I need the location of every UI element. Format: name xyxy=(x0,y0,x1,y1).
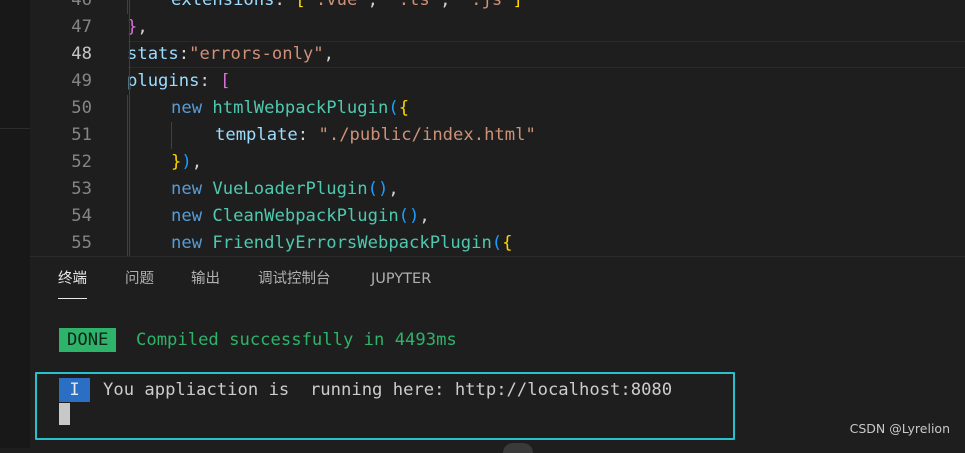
info-badge: I xyxy=(59,378,90,402)
running-url-text: You appliaction is running here: http://… xyxy=(103,380,673,400)
code-text: stats:"errors-only", xyxy=(127,41,334,68)
indent-guide xyxy=(127,95,128,122)
code-token: template xyxy=(215,125,298,145)
code-line[interactable]: 47}, xyxy=(30,14,965,41)
tab-debug-console[interactable]: 调试控制台 xyxy=(258,269,331,293)
code-token: new xyxy=(171,206,213,226)
code-token: ".ts" xyxy=(388,0,441,10)
code-line[interactable]: 46 extensions: [".vue", ".ts", ".js"] xyxy=(30,0,965,14)
line-number: 51 xyxy=(71,125,92,145)
compile-status-text: Compiled successfully in 4493ms xyxy=(136,330,457,350)
code-token: ".js" xyxy=(460,0,513,10)
code-token: [ xyxy=(220,71,231,91)
code-token: extensions xyxy=(171,0,275,10)
indent-guide xyxy=(127,230,128,256)
code-token: , xyxy=(367,0,389,10)
line-number: 50 xyxy=(71,98,92,118)
indent-guide xyxy=(127,122,128,149)
indent-guide xyxy=(171,122,172,149)
code-token: htmlWebpackPlugin xyxy=(212,98,389,118)
code-line[interactable]: 53 new VueLoaderPlugin(), xyxy=(30,176,965,203)
done-badge: DONE xyxy=(59,328,117,352)
code-line[interactable]: 55 new FriendlyErrorsWebpackPlugin({ xyxy=(30,230,965,256)
code-line[interactable]: 50 new htmlWebpackPlugin({ xyxy=(30,95,965,122)
code-token: : xyxy=(199,71,221,91)
tab-jupyter[interactable]: JUPYTER xyxy=(371,269,431,293)
code-text: plugins: [ xyxy=(127,68,231,95)
code-text: extensions: [".vue", ".ts", ".js"] xyxy=(171,0,523,14)
watermark: CSDN @Lyrelion xyxy=(849,421,950,436)
tab-terminal[interactable]: 终端 xyxy=(58,269,87,299)
code-token: ] xyxy=(512,0,523,10)
code-token: () xyxy=(398,206,420,226)
terminal-cursor xyxy=(59,403,70,425)
code-token: "errors-only" xyxy=(189,44,324,64)
code-token: } xyxy=(171,152,182,172)
code-token: CleanWebpackPlugin xyxy=(212,206,399,226)
code-text: new CleanWebpackPlugin(), xyxy=(171,203,430,230)
code-token: FriendlyErrorsWebpackPlugin xyxy=(212,233,492,253)
line-number: 46 xyxy=(71,0,92,10)
code-token: , xyxy=(137,17,148,37)
code-text: new htmlWebpackPlugin({ xyxy=(171,95,409,122)
code-line[interactable]: 52}), xyxy=(30,149,965,176)
code-token: , xyxy=(440,0,461,10)
tab-output[interactable]: 输出 xyxy=(191,269,220,293)
code-token: plugins xyxy=(127,71,200,91)
code-token: : xyxy=(178,44,190,64)
code-token: : xyxy=(297,125,319,145)
line-number: 55 xyxy=(71,233,92,253)
indent-guide xyxy=(127,176,128,203)
line-number: 49 xyxy=(71,71,92,91)
code-editor[interactable]: 46 extensions: [".vue", ".ts", ".js"] 47},… xyxy=(30,0,965,256)
code-line[interactable]: 54 new CleanWebpackPlugin(), xyxy=(30,203,965,230)
indent-guide xyxy=(127,0,128,14)
code-token: stats xyxy=(127,44,179,64)
code-token: ( xyxy=(388,98,399,118)
code-text: new VueLoaderPlugin(), xyxy=(171,176,399,203)
code-token: () xyxy=(367,179,389,199)
code-token: , xyxy=(388,179,399,199)
code-text: new FriendlyErrorsWebpackPlugin({ xyxy=(171,230,513,256)
code-token: , xyxy=(191,152,203,172)
code-text: }, xyxy=(127,14,148,41)
panel-tabs: 终端 问题 输出 调试控制台 JUPYTER xyxy=(30,257,965,299)
code-token: ( xyxy=(491,233,503,253)
code-line[interactable]: 49 plugins: [ xyxy=(30,68,965,95)
line-number: 47 xyxy=(71,17,92,37)
indent-guide xyxy=(127,203,128,230)
code-text: }), xyxy=(171,149,202,176)
code-token: [ xyxy=(295,0,306,10)
code-token: new xyxy=(171,179,213,199)
line-number: 52 xyxy=(71,152,92,172)
code-token: , xyxy=(323,44,334,64)
terminal-output[interactable]: DONE Compiled successfully in 4493ms I Y… xyxy=(30,299,965,448)
code-token: , xyxy=(419,206,430,226)
code-line[interactable]: 51 template: "./public/index.html" xyxy=(30,122,965,149)
code-text: template: "./public/index.html" xyxy=(215,122,536,149)
code-line[interactable]: 48 stats:"errors-only", xyxy=(30,41,965,68)
code-token: { xyxy=(502,233,513,253)
line-number: 53 xyxy=(71,179,92,199)
code-token: ".vue" xyxy=(305,0,368,10)
code-token: VueLoaderPlugin xyxy=(212,179,368,199)
indent-guide xyxy=(127,149,128,176)
divider xyxy=(0,128,30,129)
line-number: 54 xyxy=(71,206,92,226)
code-token: { xyxy=(398,98,410,118)
activity-bar-strip xyxy=(0,0,30,448)
scroll-handle[interactable] xyxy=(503,443,533,453)
tab-problems[interactable]: 问题 xyxy=(125,269,154,293)
code-token: new xyxy=(171,98,213,118)
bottom-panel: 终端 问题 输出 调试控制台 JUPYTER DONE Compiled suc… xyxy=(30,257,965,448)
code-token: "./public/index.html" xyxy=(318,125,536,145)
code-token: ) xyxy=(181,152,192,172)
code-token: : xyxy=(274,0,296,10)
code-token: new xyxy=(171,233,213,253)
line-number: 48 xyxy=(71,44,92,64)
indent-guide xyxy=(129,0,130,256)
